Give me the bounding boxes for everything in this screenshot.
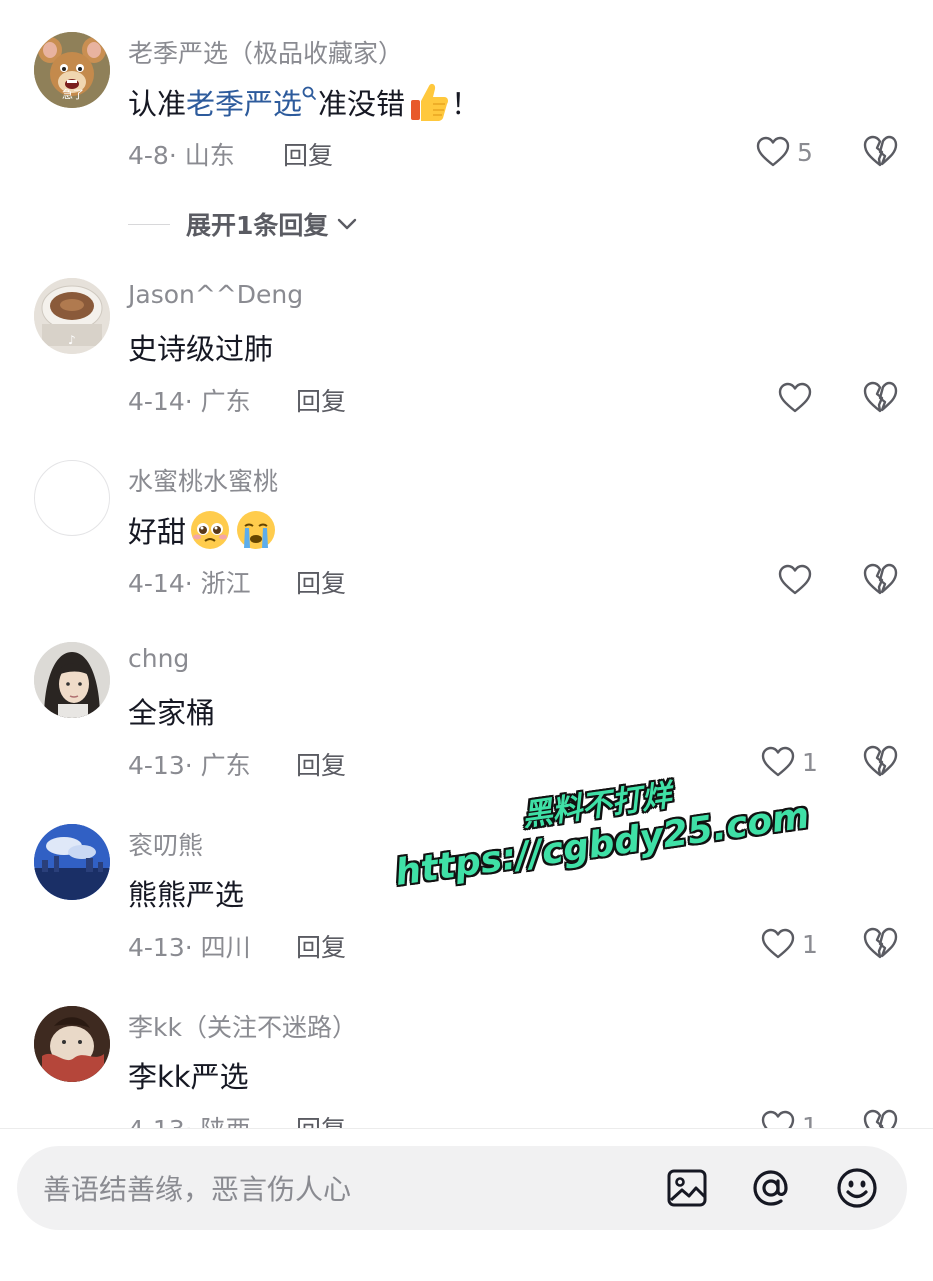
like-button[interactable] xyxy=(777,560,819,600)
avatar[interactable]: 急了 xyxy=(34,32,110,108)
expand-replies-button[interactable]: 展开1条回复 xyxy=(128,204,358,244)
avatar[interactable] xyxy=(34,460,110,536)
svg-text:♪: ♪ xyxy=(68,333,76,347)
comment-username[interactable]: Jason^^Deng xyxy=(128,280,303,309)
comment-text-content: 好甜 xyxy=(128,515,187,549)
comment-item: chng 全家桶 4-13· 广东 回复 1 xyxy=(0,642,933,842)
reply-button[interactable]: 回复 xyxy=(296,1110,346,1128)
comment-text: 好甜 xyxy=(128,508,278,552)
thumbs-up-emoji xyxy=(411,83,449,121)
like-count: 1 xyxy=(802,747,818,777)
comment-username[interactable]: 衮叨熊 xyxy=(128,826,203,862)
comment-date-location: 4-8· 山东 xyxy=(128,141,235,170)
comment-input-bar: 善语结善缘，恶言伤人心 xyxy=(0,1128,933,1281)
comment-input-placeholder: 善语结善缘，恶言伤人心 xyxy=(43,1173,352,1206)
comment-date-location: 4-13· 广东 xyxy=(128,751,251,780)
avatar[interactable] xyxy=(34,642,110,718)
comment-date-location: 4-13· 陕西 xyxy=(128,1110,251,1128)
like-button[interactable]: 1 xyxy=(760,1106,818,1128)
comment-username[interactable]: chng xyxy=(128,644,189,673)
like-button[interactable]: 1 xyxy=(760,742,818,782)
search-icon xyxy=(302,86,316,100)
comment-item: 衮叨熊 熊熊严选 4-13· 四川 回复 1 xyxy=(0,824,933,1024)
broken-heart-icon[interactable] xyxy=(861,560,899,598)
expand-replies-label: 展开1条回复 xyxy=(186,211,329,240)
like-button[interactable]: 1 xyxy=(760,924,818,964)
broken-heart-icon[interactable] xyxy=(861,924,899,962)
comment-username[interactable]: 老季严选（极品收藏家） xyxy=(128,34,403,70)
search-keyword-link[interactable]: 老季严选 xyxy=(186,81,318,123)
reply-button[interactable]: 回复 xyxy=(296,746,346,782)
like-button[interactable]: 5 xyxy=(755,132,813,172)
like-count: 1 xyxy=(802,1111,818,1129)
illustrated-person-avatar-icon xyxy=(34,1006,110,1082)
avatar-badge: 急了 xyxy=(62,88,84,101)
comment-date-location: 4-13· 四川 xyxy=(128,933,251,962)
heart-icon xyxy=(761,928,795,959)
expand-divider xyxy=(128,223,170,225)
image-icon[interactable] xyxy=(665,1166,709,1210)
comment-text: 认准 老季严选 准没错 ！ xyxy=(128,80,480,124)
broken-heart-icon[interactable] xyxy=(861,378,899,416)
reply-button[interactable]: 回复 xyxy=(296,564,346,600)
broken-heart-icon[interactable] xyxy=(861,132,899,170)
comment-username[interactable]: 李kk（关注不迷路） xyxy=(128,1008,357,1044)
avatar[interactable] xyxy=(34,824,110,900)
coffee-cup-avatar-icon: ♪ xyxy=(34,278,110,354)
heart-icon xyxy=(778,564,812,595)
comment-text: 全家桶 xyxy=(128,696,216,730)
person-photo-avatar-icon xyxy=(34,642,110,718)
comment-input[interactable]: 善语结善缘，恶言伤人心 xyxy=(17,1146,907,1230)
comment-text-suffix: 准没错 xyxy=(318,87,406,121)
comment-item: 水蜜桃水蜜桃 好甜 4-14· 浙江 回复 xyxy=(0,460,933,660)
avatar[interactable]: ♪ xyxy=(34,278,110,354)
like-count: 1 xyxy=(802,929,818,959)
like-button[interactable] xyxy=(777,378,819,418)
reply-button[interactable]: 回复 xyxy=(283,136,333,172)
city-skyline-avatar-icon xyxy=(34,824,110,900)
heart-icon xyxy=(761,746,795,777)
search-keyword-text: 老季严选 xyxy=(186,87,303,121)
comment-text: 史诗级过肺 xyxy=(128,332,274,366)
reply-button[interactable]: 回复 xyxy=(296,928,346,964)
at-icon[interactable] xyxy=(749,1166,793,1210)
comment-text-end: ！ xyxy=(451,87,481,121)
comment-text: 熊熊严选 xyxy=(128,878,245,912)
comment-date-location: 4-14· 广东 xyxy=(128,387,251,416)
comment-date-location: 4-14· 浙江 xyxy=(128,569,251,598)
crying-face-emoji xyxy=(237,511,276,549)
comment-item: 李kk（关注不迷路） 李kk严选 4-13· 陕西 回复 1 xyxy=(0,1006,933,1128)
heart-icon xyxy=(778,382,812,413)
pleading-face-emoji xyxy=(191,511,230,549)
emoji-icon[interactable] xyxy=(835,1166,879,1210)
broken-heart-icon[interactable] xyxy=(861,742,899,780)
comment-item: 急了 老季严选（极品收藏家） 认准 老季严选 准没错 ！ 4-8· 山东 回复 xyxy=(0,32,933,232)
comment-text: 李kk严选 xyxy=(128,1060,249,1094)
comment-username[interactable]: 水蜜桃水蜜桃 xyxy=(128,462,278,498)
like-count: 5 xyxy=(797,137,813,167)
heart-icon xyxy=(756,136,790,167)
heart-icon xyxy=(761,1110,795,1128)
comment-text-prefix: 认准 xyxy=(128,87,187,121)
reply-button[interactable]: 回复 xyxy=(296,382,346,418)
avatar[interactable] xyxy=(34,1006,110,1082)
comment-item: ♪ Jason^^Deng 史诗级过肺 4-14· 广东 回复 xyxy=(0,278,933,478)
comment-list: 急了 老季严选（极品收藏家） 认准 老季严选 准没错 ！ 4-8· 山东 回复 xyxy=(0,0,933,1128)
chevron-down-icon xyxy=(338,218,357,230)
broken-heart-icon[interactable] xyxy=(861,1106,899,1128)
